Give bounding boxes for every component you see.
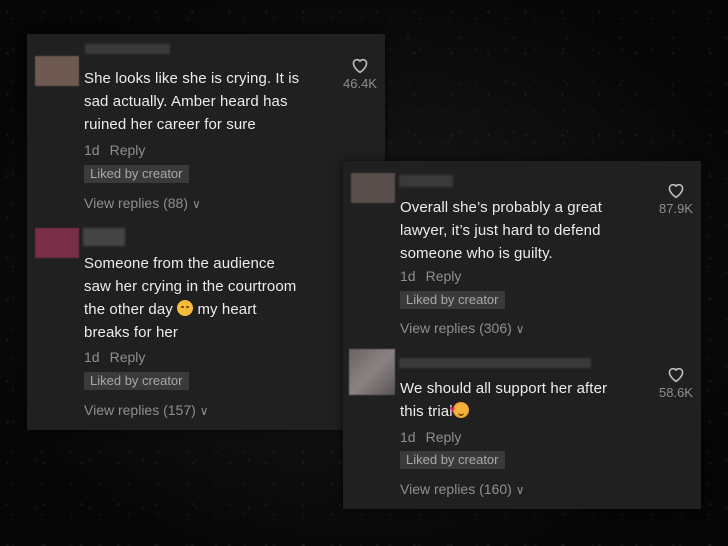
avatar[interactable] bbox=[35, 56, 79, 86]
comment-text: Someone from the audience saw her crying… bbox=[84, 255, 297, 341]
username-blurred[interactable] bbox=[85, 44, 170, 54]
comment-panel-right: Overall she’s probably a great lawyer, i… bbox=[343, 161, 701, 509]
avatar[interactable] bbox=[349, 349, 395, 395]
comment-text: She looks like she is crying. It is sad … bbox=[84, 70, 300, 133]
avatar[interactable] bbox=[35, 228, 79, 258]
like-button[interactable]: 58.6K bbox=[656, 365, 696, 400]
heart-icon bbox=[352, 58, 368, 74]
chevron-down-icon: ∨ bbox=[192, 197, 201, 211]
like-count: 46.4K bbox=[343, 76, 377, 91]
liked-by-creator-badge: Liked by creator bbox=[400, 291, 505, 309]
comment-meta: 1d Reply bbox=[400, 268, 471, 284]
heart-icon bbox=[668, 183, 684, 199]
comment-text: We should all support her after this tri… bbox=[400, 377, 660, 423]
reply-button[interactable]: Reply bbox=[426, 268, 462, 284]
timestamp: 1d bbox=[84, 142, 100, 158]
comment-text: Overall she’s probably a great lawyer, i… bbox=[400, 199, 602, 262]
username-blurred[interactable] bbox=[399, 175, 453, 187]
like-button[interactable]: 87.9K bbox=[656, 181, 696, 216]
reply-button[interactable]: Reply bbox=[426, 429, 462, 445]
timestamp: 1d bbox=[400, 268, 416, 284]
chevron-down-icon: ∨ bbox=[199, 404, 209, 418]
reply-button[interactable]: Reply bbox=[110, 142, 146, 158]
username-blurred[interactable] bbox=[399, 358, 591, 368]
view-replies-button[interactable]: View replies (88) ∨ bbox=[84, 195, 201, 211]
reply-button[interactable]: Reply bbox=[110, 349, 146, 365]
chevron-down-icon: ∨ bbox=[515, 483, 525, 497]
comment-meta: 1d Reply bbox=[84, 142, 155, 158]
comment-panel-left: She looks like she is crying. It is sad … bbox=[27, 34, 385, 430]
view-replies-button[interactable]: View replies (157) ∨ bbox=[84, 402, 209, 418]
comment-meta: 1d Reply bbox=[84, 349, 155, 365]
comment-meta: 1d Reply bbox=[400, 429, 471, 445]
view-replies-button[interactable]: View replies (160) ∨ bbox=[400, 481, 525, 497]
liked-by-creator-badge: Liked by creator bbox=[84, 165, 189, 183]
liked-by-creator-badge: Liked by creator bbox=[400, 451, 505, 469]
timestamp: 1d bbox=[84, 349, 100, 365]
view-replies-button[interactable]: View replies (306) ∨ bbox=[400, 320, 525, 336]
liked-by-creator-badge: Liked by creator bbox=[84, 372, 189, 390]
smiling-face-with-hearts-emoji bbox=[450, 398, 469, 421]
chevron-down-icon: ∨ bbox=[515, 322, 525, 336]
username-blurred[interactable] bbox=[83, 228, 125, 246]
like-count: 58.6K bbox=[659, 385, 693, 400]
avatar[interactable] bbox=[351, 173, 395, 203]
disappointed-face-emoji bbox=[177, 300, 194, 316]
heart-icon bbox=[668, 367, 684, 383]
like-count: 87.9K bbox=[659, 201, 693, 216]
like-button[interactable]: 46.4K bbox=[340, 56, 380, 91]
timestamp: 1d bbox=[400, 429, 416, 445]
